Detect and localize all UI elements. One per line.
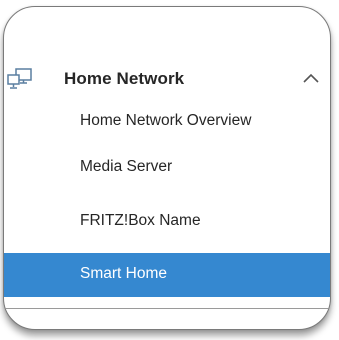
menu-item-label: Media Server xyxy=(80,158,173,175)
divider xyxy=(4,308,330,309)
menu-item-label: FRITZ!Box Name xyxy=(80,212,201,229)
network-computers-icon xyxy=(7,68,32,89)
home-network-label: Home Network xyxy=(64,69,185,88)
menu-item-fritzbox-name[interactable]: FRITZ!Box Name xyxy=(4,200,330,244)
home-network-menu-header[interactable]: Home Network xyxy=(4,59,330,99)
menu-item-home-network-overview[interactable]: Home Network Overview xyxy=(4,100,330,144)
menu-item-media-server[interactable]: Media Server xyxy=(4,146,330,190)
menu-item-smart-home[interactable]: Smart Home xyxy=(4,253,330,297)
menu-item-label: Smart Home xyxy=(80,265,167,282)
menu-panel: Home Network Home Network Overview Media… xyxy=(3,6,331,330)
chevron-up-icon[interactable] xyxy=(302,71,320,85)
menu-item-label: Home Network Overview xyxy=(80,112,252,129)
